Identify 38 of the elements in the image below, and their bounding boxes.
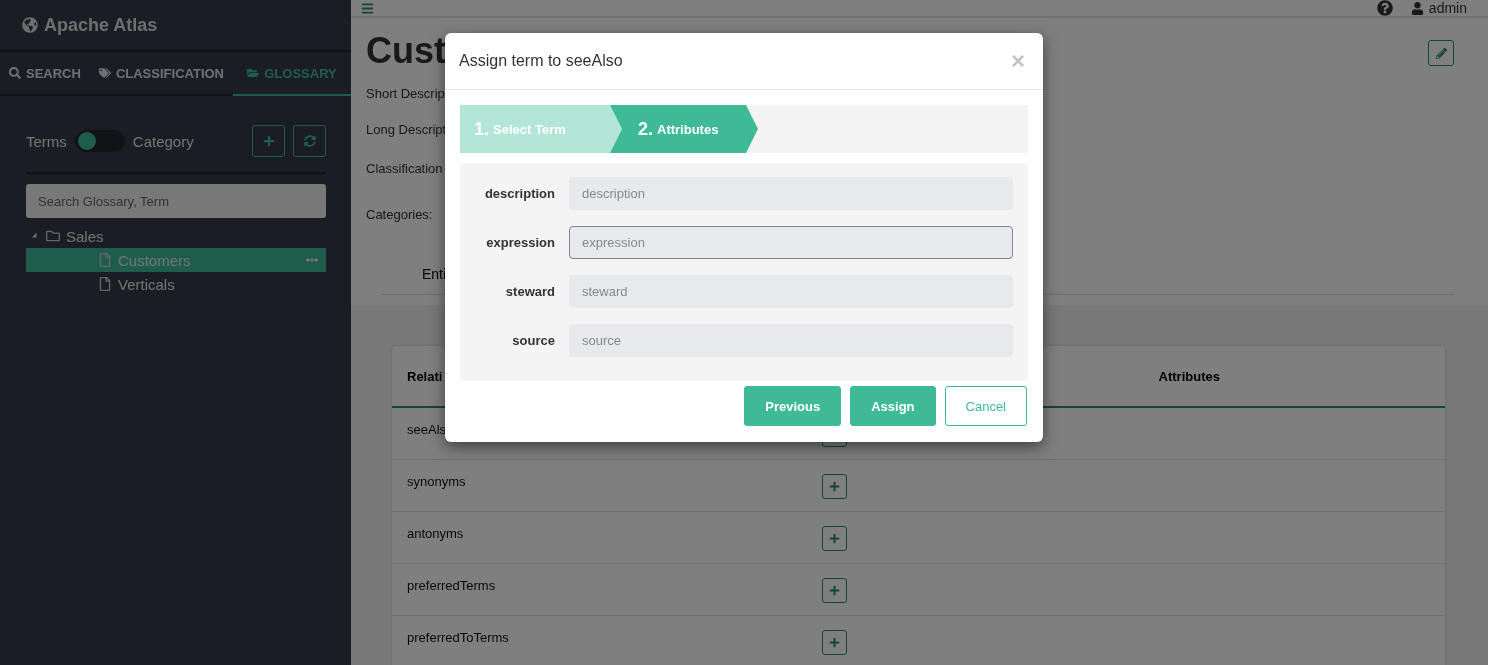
sidebar-tab[interactable]: CLASSIFICATION [89, 52, 233, 96]
cancel-button[interactable]: Cancel [944, 386, 1027, 426]
tree-item[interactable]: Verticals [26, 272, 326, 296]
tree-item[interactable]: Customers [26, 248, 326, 272]
table-cell: seeAls [407, 422, 447, 437]
table-cell: synonyms [407, 474, 466, 489]
search-field[interactable]: Search Glossary, Term [26, 184, 326, 218]
action-button[interactable]: Assign [850, 386, 936, 426]
term-title: Cust [366, 30, 446, 72]
toggle-label: Terms [26, 132, 67, 150]
sidebar-tab[interactable]: SEARCH [0, 52, 90, 96]
field-label: expression [485, 235, 555, 250]
tree-item[interactable]: Sales [26, 224, 326, 248]
tab[interactable]: Enti [422, 266, 447, 282]
column-header: Relati [406, 368, 444, 384]
field-label: steward [504, 284, 555, 299]
tree-label: Verticals [118, 275, 176, 293]
field-label: Classification [366, 160, 443, 176]
field-label: Long Descript [366, 122, 447, 137]
app-title: Apache Atlas [44, 14, 158, 36]
field-label: Short Descrip [366, 86, 445, 101]
field-label: Categories: [366, 206, 433, 222]
input-field[interactable]: expression [569, 226, 1013, 259]
table-cell: preferredTerms [407, 578, 496, 593]
close-button[interactable]: × [1007, 47, 1029, 75]
modal-title: Assign term to seeAlso [459, 52, 623, 70]
table-cell: preferredToTerms [407, 630, 509, 645]
field-label: source [511, 333, 555, 348]
field-label: description [483, 186, 555, 201]
user-name[interactable]: admin [1428, 0, 1467, 16]
column-header: Attributes [1157, 368, 1221, 384]
table-cell: antonyms [407, 526, 464, 541]
action-button[interactable]: Previous [744, 386, 842, 426]
wizard-step[interactable]: 1. Select Term [460, 105, 622, 153]
tree-label: Customers [118, 251, 192, 269]
tree-label: Sales [66, 227, 105, 245]
toggle-label: Category [132, 132, 195, 150]
wizard-step[interactable]: 2. Attributes [610, 105, 758, 153]
